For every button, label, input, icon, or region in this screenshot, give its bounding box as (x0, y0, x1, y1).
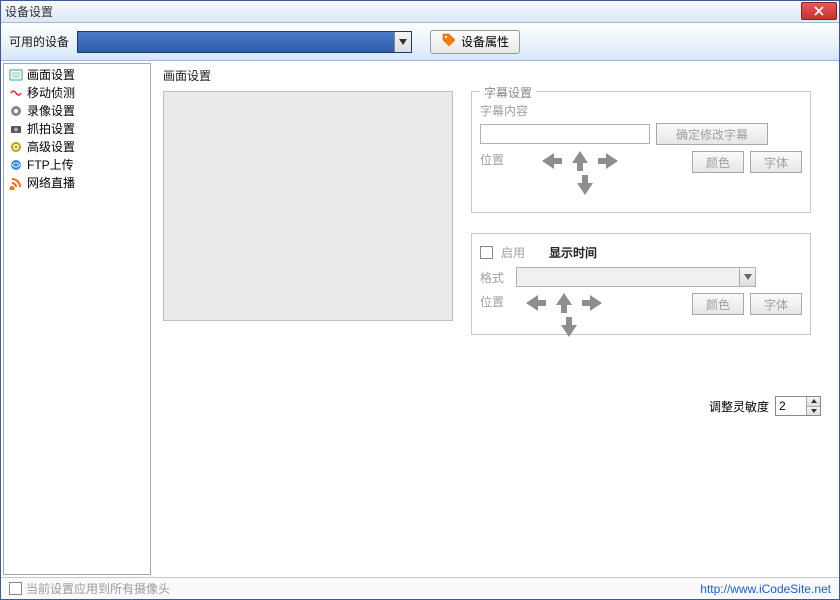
sidebar-item-label: 高级设置 (27, 139, 75, 155)
arrow-right-button[interactable] (596, 151, 620, 171)
sidebar-item-label: 网络直播 (27, 175, 75, 191)
subtitle-position-label: 位置 (480, 151, 504, 168)
chevron-down-icon (811, 409, 817, 413)
time-color-button[interactable]: 颜色 (692, 293, 744, 315)
sidebar-item-record[interactable]: 录像设置 (6, 102, 148, 120)
toolbar: 可用的设备 设备属性 (1, 23, 839, 61)
sidebar-item-motion[interactable]: 移动侦测 (6, 84, 148, 102)
enable-label: 启用 (501, 244, 525, 261)
preview-box (163, 91, 453, 321)
subtitle-color-button[interactable]: 颜色 (692, 151, 744, 173)
chevron-down-icon (744, 274, 752, 280)
sensitivity-value: 2 (776, 397, 806, 415)
rss-icon (8, 175, 24, 191)
arrow-left-button[interactable] (524, 293, 548, 313)
sidebar: 画面设置 移动侦测 录像设置 抓拍设置 高级设置 FTP上传 (3, 63, 151, 575)
enable-time-checkbox[interactable] (480, 246, 493, 259)
subtitle-position-arrows (540, 151, 620, 171)
device-properties-button[interactable]: 设备属性 (430, 30, 520, 54)
footer: 当前设置应用到所有摄像头 http://www.iCodeSite.net (1, 577, 839, 599)
snapshot-icon (8, 121, 24, 137)
sidebar-item-label: 录像设置 (27, 103, 75, 119)
sensitivity-row: 调整灵敏度 2 (709, 396, 821, 416)
time-position-label: 位置 (480, 293, 510, 310)
subtitle-group: 字幕设置 字幕内容 确定修改字幕 位置 颜色 字体 (471, 91, 811, 213)
apply-all-row: 当前设置应用到所有摄像头 (9, 580, 170, 597)
sidebar-item-label: 移动侦测 (27, 85, 75, 101)
sidebar-item-label: FTP上传 (27, 157, 74, 173)
confirm-subtitle-button[interactable]: 确定修改字幕 (656, 123, 768, 145)
device-settings-window: 设备设置 可用的设备 设备属性 画面设置 移动侦测 (0, 0, 840, 600)
body: 画面设置 移动侦测 录像设置 抓拍设置 高级设置 FTP上传 (1, 61, 839, 577)
dropdown-arrow-button[interactable] (739, 268, 755, 286)
arrow-down-button[interactable] (573, 175, 597, 195)
content-area: 画面设置 字幕设置 字幕内容 确定修改字幕 位置 (151, 61, 839, 577)
sidebar-item-frame[interactable]: 画面设置 (6, 66, 148, 84)
time-title: 显示时间 (549, 244, 597, 261)
arrow-up-button[interactable] (568, 151, 592, 171)
subtitle-input[interactable] (480, 124, 650, 144)
sensitivity-label: 调整灵敏度 (709, 398, 769, 415)
close-icon (814, 6, 824, 16)
subtitle-font-button[interactable]: 字体 (750, 151, 802, 173)
available-devices-label: 可用的设备 (9, 33, 69, 50)
sidebar-item-snapshot[interactable]: 抓拍设置 (6, 120, 148, 138)
dropdown-arrow-button[interactable] (394, 32, 411, 52)
ftp-icon (8, 157, 24, 173)
time-group: 启用 显示时间 格式 位置 (471, 233, 811, 335)
format-dropdown[interactable] (516, 267, 756, 287)
window-title: 设备设置 (5, 3, 53, 20)
page-title: 画面设置 (163, 67, 829, 84)
time-font-button[interactable]: 字体 (750, 293, 802, 315)
chevron-up-icon (811, 399, 817, 403)
close-button[interactable] (801, 2, 837, 20)
subtitle-legend: 字幕设置 (480, 84, 536, 101)
titlebar: 设备设置 (1, 1, 839, 23)
sidebar-item-label: 抓拍设置 (27, 121, 75, 137)
format-label: 格式 (480, 269, 510, 286)
frame-icon (8, 67, 24, 83)
sidebar-item-ftp[interactable]: FTP上传 (6, 156, 148, 174)
sidebar-item-label: 画面设置 (27, 67, 75, 83)
arrow-left-button[interactable] (540, 151, 564, 171)
sidebar-item-advanced[interactable]: 高级设置 (6, 138, 148, 156)
record-icon (8, 103, 24, 119)
spinner-down-button[interactable] (807, 407, 820, 416)
device-properties-label: 设备属性 (461, 33, 509, 50)
arrow-up-button[interactable] (552, 293, 576, 313)
arrow-right-button[interactable] (580, 293, 604, 313)
gear-icon (8, 139, 24, 155)
sensitivity-spinner[interactable]: 2 (775, 396, 821, 416)
device-dropdown[interactable] (77, 31, 412, 53)
motion-icon (8, 85, 24, 101)
apply-all-checkbox[interactable] (9, 582, 22, 595)
time-position-arrows (524, 293, 604, 313)
subtitle-content-label: 字幕内容 (480, 102, 802, 119)
footer-link[interactable]: http://www.iCodeSite.net (700, 582, 831, 596)
arrow-down-button[interactable] (557, 317, 581, 337)
sidebar-item-broadcast[interactable]: 网络直播 (6, 174, 148, 192)
spinner-up-button[interactable] (807, 397, 820, 407)
tag-icon (441, 32, 457, 51)
apply-all-label: 当前设置应用到所有摄像头 (26, 580, 170, 597)
chevron-down-icon (399, 39, 407, 45)
